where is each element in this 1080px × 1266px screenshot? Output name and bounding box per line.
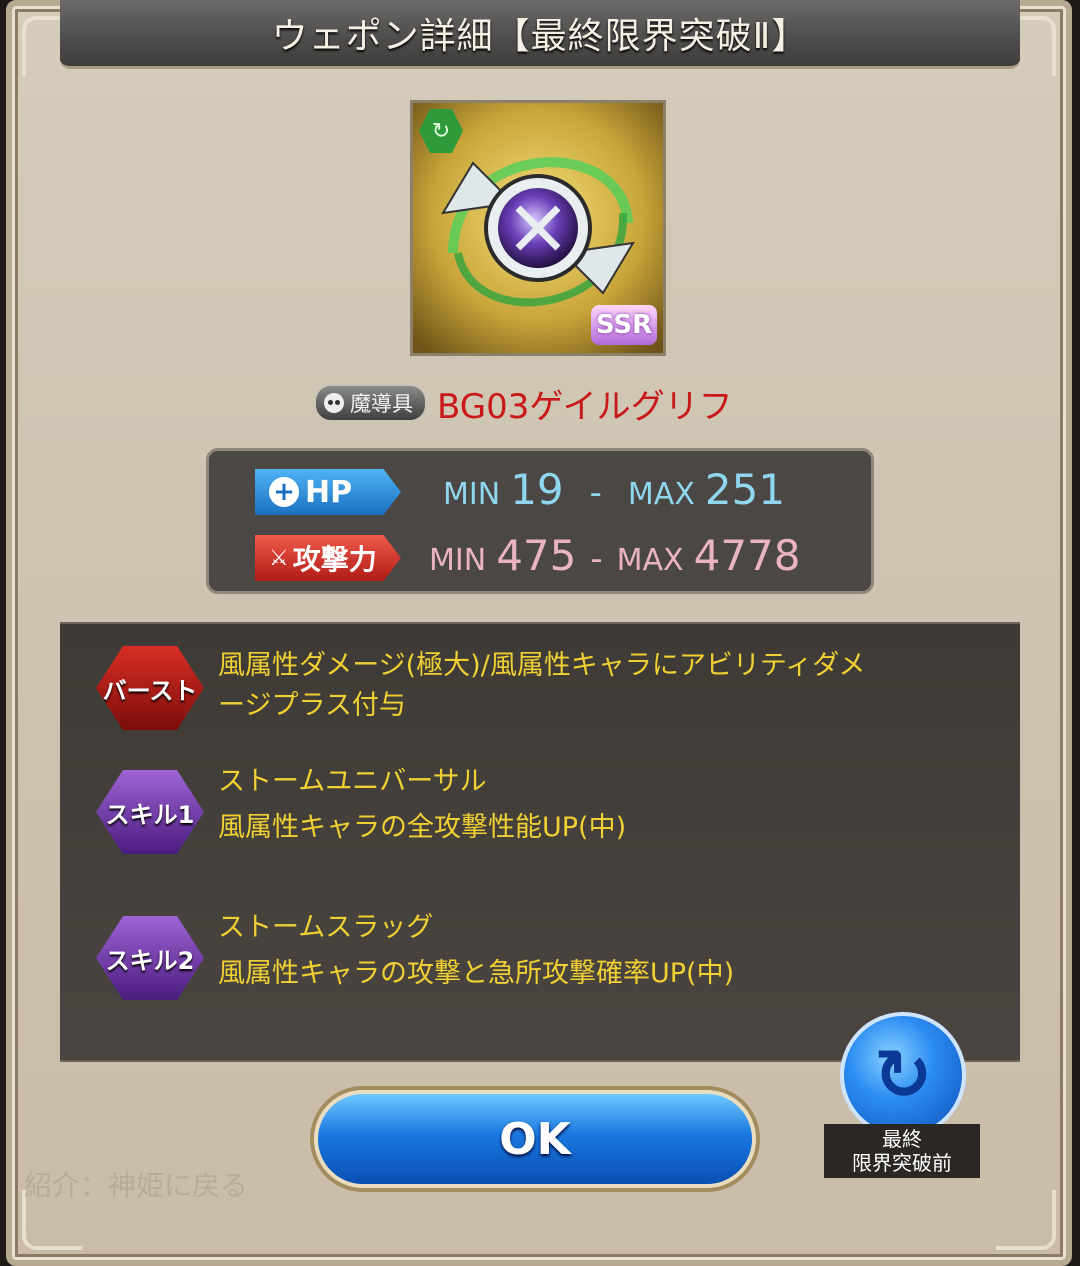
corner-ornament: [996, 1190, 1056, 1250]
atk-label: 攻撃力: [292, 543, 377, 576]
weapon-name: BG03ゲイルグリフ: [437, 386, 733, 427]
hp-label: HP: [305, 474, 353, 510]
stats-panel: + HP MIN 19 - MAX 251 ⚔ 攻撃力 MIN 475 - MA…: [206, 448, 874, 594]
skill-1-effect: 風属性キャラの全攻撃性能UP(中): [218, 812, 627, 843]
burst-badge: バースト: [96, 646, 204, 730]
atk-min-label: MIN: [429, 543, 487, 578]
skills-panel: バースト 風属性ダメージ(極大)/風属性キャラにアビリティダメ ージプラス付与 …: [60, 622, 1020, 1062]
atk-min-value: 475: [496, 531, 577, 580]
weapon-name-row: 魔導具 BG03ゲイルグリフ: [314, 380, 733, 427]
toggle-uncap-caption[interactable]: 最終 限界突破前: [824, 1124, 980, 1178]
hp-dash: -: [589, 473, 602, 513]
burst-description: 風属性ダメージ(極大)/風属性キャラにアビリティダメ ージプラス付与: [218, 646, 958, 726]
rarity-badge: SSR: [591, 305, 657, 345]
skill-2-name: ストームスラッグ: [218, 912, 434, 943]
hp-max-value: 251: [704, 465, 786, 514]
skill-2-description: ストームスラッグ 風属性キャラの攻撃と急所攻撃確率UP(中): [218, 908, 958, 994]
hp-max-label: MAX: [627, 477, 695, 512]
atk-max-label: MAX: [616, 543, 684, 578]
skull-icon: [324, 393, 344, 413]
atk-values: MIN 475 - MAX 4778: [429, 531, 801, 587]
skill-1-description: ストームユニバーサル 風属性キャラの全攻撃性能UP(中): [218, 762, 958, 848]
hp-min-label: MIN: [443, 477, 501, 512]
skill-1-name: ストームユニバーサル: [218, 766, 487, 797]
toggle-caption-line-2: 限界突破前: [852, 1151, 952, 1175]
dialog-title-bar: ウェポン詳細【最終限界突破Ⅱ】: [60, 0, 1020, 69]
skill-2-effect: 風属性キャラの攻撃と急所攻撃確率UP(中): [218, 958, 735, 989]
hp-values: MIN 19 - MAX 251: [443, 465, 785, 521]
background-back-link: 紹介：神姫に戻る: [24, 1169, 249, 1202]
atk-badge: ⚔ 攻撃力: [255, 535, 401, 581]
weapon-type-label: 魔導具: [350, 392, 413, 416]
refresh-icon: ↻: [873, 1034, 933, 1116]
hp-stat-row: + HP MIN 19 - MAX 251: [209, 465, 871, 521]
plus-icon: +: [269, 477, 299, 507]
skill-1-badge: スキル1: [96, 770, 204, 854]
weapon-image-card: ↻ SSR: [410, 100, 666, 356]
ok-button[interactable]: OK: [314, 1090, 756, 1188]
atk-stat-row: ⚔ 攻撃力 MIN 475 - MAX 4778: [209, 531, 871, 587]
sword-icon: ⚔: [269, 545, 289, 571]
atk-dash: -: [590, 539, 603, 579]
hp-min-value: 19: [510, 465, 564, 514]
skill-2-badge: スキル2: [96, 916, 204, 1000]
dialog-title: ウェポン詳細【最終限界突破Ⅱ】: [271, 16, 809, 57]
burst-line-1: 風属性ダメージ(極大)/風属性キャラにアビリティダメ: [218, 650, 866, 681]
hp-badge: + HP: [255, 469, 401, 515]
toggle-uncap-view-button[interactable]: ↻: [840, 1012, 966, 1138]
toggle-caption-line-1: 最終: [882, 1127, 922, 1151]
atk-max-value: 4778: [693, 531, 801, 580]
burst-line-2: ージプラス付与: [218, 690, 406, 721]
weapon-type-badge: 魔導具: [314, 384, 427, 422]
